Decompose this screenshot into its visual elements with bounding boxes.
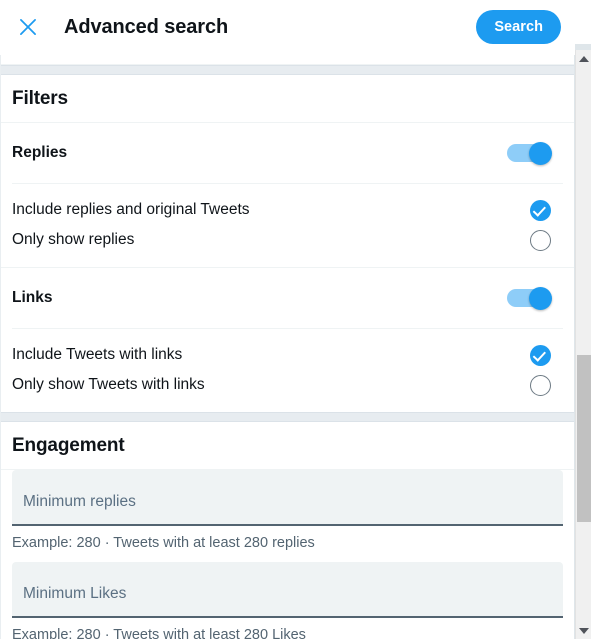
dialog-scroll-content: Example: @SFBART @Caltrain - mentions @S…	[0, 0, 575, 639]
toggle-switch-links[interactable]	[507, 287, 552, 310]
page-title: Advanced search	[64, 15, 229, 38]
filter-toggle-replies[interactable]: Replies	[1, 123, 574, 183]
radio-selected-icon[interactable]	[530, 344, 551, 366]
scroll-up-arrow-icon[interactable]	[576, 50, 591, 67]
filters-section-title: Filters	[12, 88, 68, 109]
toggle-switch-replies[interactable]	[507, 142, 552, 165]
filter-toggle-replies-label: Replies	[12, 144, 68, 161]
option-label: Include replies and original Tweets	[12, 201, 250, 218]
dialog-header: Advanced search Search	[0, 0, 575, 55]
radio-selected-icon[interactable]	[530, 199, 551, 221]
search-button[interactable]: Search	[476, 10, 561, 44]
minimum-replies-field-wrap	[1, 470, 574, 526]
minimum-likes-field-wrap	[1, 562, 574, 618]
scroll-down-arrow-icon[interactable]	[576, 622, 591, 639]
radio-unselected-icon[interactable]	[530, 229, 551, 251]
minimum-likes-hint: Example: 280 · Tweets with at least 280 …	[12, 627, 306, 639]
option-include-replies-and-original-tweets[interactable]: Include replies and original Tweets	[1, 195, 574, 225]
divider	[12, 328, 563, 329]
section-separator-band	[1, 65, 574, 75]
scrollbar-corner-line	[575, 44, 591, 50]
filter-toggle-links[interactable]: Links	[1, 268, 574, 328]
section-separator-band	[1, 412, 574, 422]
minimum-replies-hint: Example: 280 · Tweets with at least 280 …	[12, 535, 315, 551]
option-include-tweets-with-links[interactable]: Include Tweets with links	[1, 340, 574, 370]
option-label: Only show replies	[12, 231, 135, 248]
option-only-show-tweets-with-links[interactable]: Only show Tweets with links	[1, 370, 574, 400]
filter-options-links: Include Tweets with links Only show Twee…	[1, 340, 574, 412]
divider	[12, 183, 563, 184]
scrollbar-thumb[interactable]	[577, 355, 591, 522]
filter-options-replies: Include replies and original Tweets Only…	[1, 195, 574, 267]
minimum-replies-input[interactable]	[12, 470, 563, 526]
close-button[interactable]	[11, 10, 45, 44]
advanced-search-dialog: Example: @SFBART @Caltrain - mentions @S…	[0, 0, 591, 639]
option-only-show-replies[interactable]: Only show replies	[1, 225, 574, 255]
option-label: Only show Tweets with links	[12, 376, 205, 393]
engagement-section-title: Engagement	[12, 435, 125, 456]
toggle-knob	[529, 142, 552, 165]
radio-unselected-icon[interactable]	[530, 374, 551, 396]
filter-toggle-links-label: Links	[12, 289, 53, 306]
toggle-knob	[529, 287, 552, 310]
minimum-likes-input[interactable]	[12, 562, 563, 618]
close-icon	[20, 19, 36, 35]
scrollbar-corner	[575, 0, 591, 50]
vertical-scrollbar[interactable]	[575, 50, 591, 639]
option-label: Include Tweets with links	[12, 346, 183, 363]
